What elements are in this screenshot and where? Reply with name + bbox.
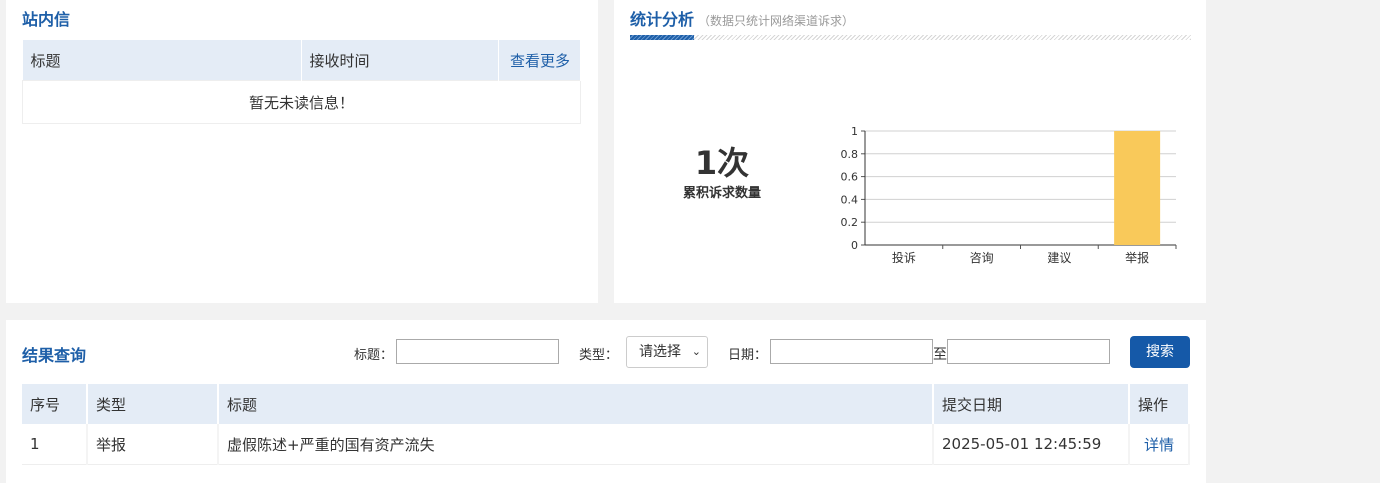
- x-tick-label: 举报: [1125, 250, 1149, 265]
- messages-table: 标题 接收时间 查看更多 暂无未读信息！: [22, 40, 581, 124]
- results-panel: 结果查询 标题： 类型： 请选择 ⌄ 日期： 至 搜索 序号 类型 标题 提交日…: [6, 320, 1206, 483]
- y-tick-label: 1: [851, 125, 858, 138]
- filter-type-label: 类型：: [579, 348, 619, 363]
- x-tick-label: 投诉: [892, 250, 916, 265]
- y-tick-label: 0.2: [841, 216, 859, 229]
- messages-empty-text: 暂无未读信息！: [22, 80, 581, 124]
- detail-link[interactable]: 详情: [1129, 424, 1190, 465]
- messages-title: 站内信: [22, 10, 71, 29]
- messages-empty-row: 暂无未读信息！: [22, 80, 581, 124]
- results-header-row: 序号 类型 标题 提交日期 操作: [22, 384, 1190, 424]
- col-type-header: 类型: [87, 384, 219, 424]
- col-no-header: 序号: [22, 384, 88, 424]
- title-search-input[interactable]: [396, 339, 559, 364]
- complaint-bar-chart: 0 0.2 0.4 0.6 0.8 1 投诉 咨询 建议 举报: [841, 125, 1177, 265]
- search-button[interactable]: 搜索: [1130, 336, 1190, 368]
- y-tick-label: 0.8: [841, 148, 859, 161]
- col-title-header: 标题: [22, 40, 302, 81]
- results-table: 序号 类型 标题 提交日期 操作 1 举报 虚假陈述+严重的国有资产流失 202…: [22, 384, 1190, 465]
- messages-header-row: 标题 接收时间 查看更多: [22, 40, 581, 81]
- type-select-value: 请选择: [639, 344, 681, 360]
- filter-title-label: 标题：: [354, 348, 394, 363]
- more-messages-link[interactable]: 查看更多: [498, 40, 581, 81]
- x-tick-label: 建议: [1047, 251, 1071, 265]
- col-date-header: 提交日期: [933, 384, 1130, 424]
- col-time-header: 接收时间: [301, 40, 499, 81]
- date-from-input[interactable]: [770, 339, 933, 364]
- y-tick-label: 0: [851, 239, 858, 252]
- date-separator: 至: [933, 347, 947, 363]
- bar: [1114, 131, 1161, 245]
- row-date: 2025-05-01 12:45:59: [933, 424, 1130, 465]
- type-select[interactable]: 请选择 ⌄: [626, 336, 708, 368]
- x-tick-label: 咨询: [970, 250, 994, 265]
- row-title: 虚假陈述+严重的国有资产流失: [218, 424, 934, 465]
- col-action-header: 操作: [1129, 384, 1190, 424]
- filter-date-label: 日期：: [728, 348, 768, 363]
- row-type: 举报: [87, 424, 219, 465]
- date-to-input[interactable]: [947, 339, 1110, 364]
- stats-panel: 统计分析 （数据只统计网络渠道诉求） 1次 累积诉求数量 0 0.2 0.4 0.6 0.…: [614, 0, 1206, 303]
- y-tick-label: 0.4: [841, 193, 859, 206]
- messages-panel: 站内信 标题 接收时间 查看更多 暂无未读信息！: [6, 0, 598, 303]
- table-row: 1 举报 虚假陈述+严重的国有资产流失 2025-05-01 12:45:59 …: [22, 424, 1190, 465]
- row-no: 1: [22, 424, 88, 465]
- y-tick-label: 0.6: [841, 171, 859, 184]
- chevron-down-icon: ⌄: [691, 345, 701, 358]
- results-title: 结果查询: [22, 346, 87, 365]
- col-title-header: 标题: [218, 384, 934, 424]
